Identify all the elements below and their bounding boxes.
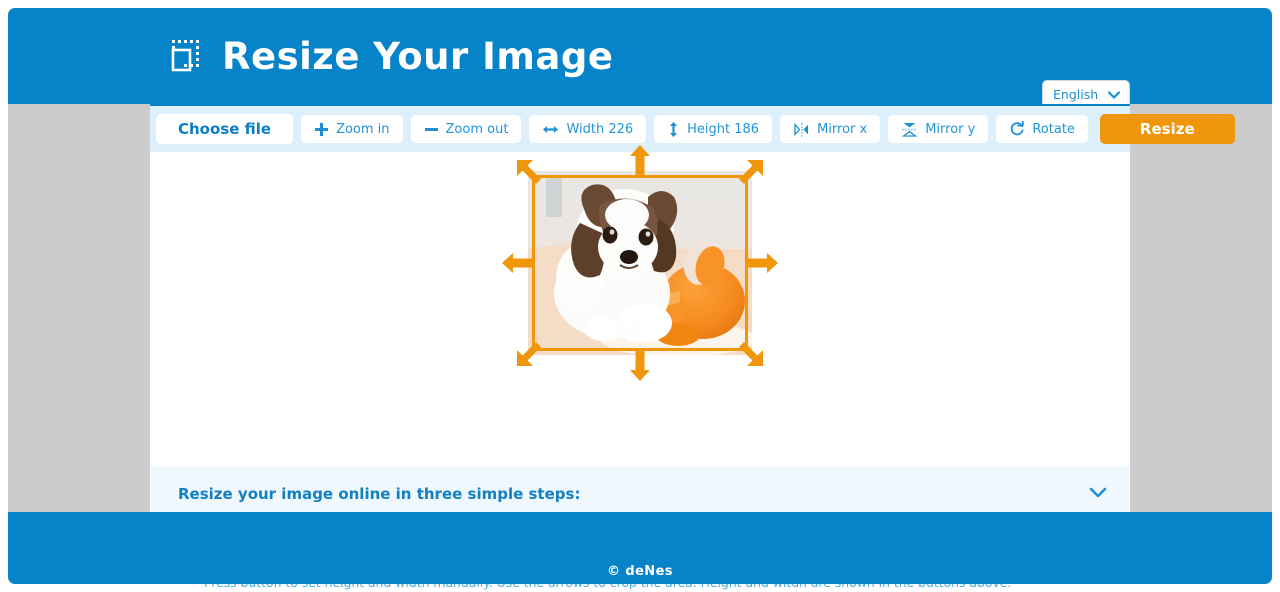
crop-handle-top-left[interactable]	[516, 159, 548, 195]
crop-handle-left[interactable]	[502, 247, 532, 283]
height-label: Height 186	[687, 121, 760, 137]
rotate-button[interactable]: Rotate	[996, 115, 1088, 143]
crop-marquee-icon	[168, 36, 208, 76]
zoom-out-label: Zoom out	[445, 121, 509, 137]
page-root: Resize Your Image English Choose file Zo…	[0, 0, 1280, 592]
vertical-arrows-icon	[667, 121, 680, 138]
crop-handle-bottom[interactable]	[624, 351, 656, 385]
mirror-x-button[interactable]: Mirror x	[780, 115, 881, 143]
horizontal-arrows-icon	[542, 122, 559, 137]
language-select-value: English	[1053, 86, 1099, 102]
rotate-label: Rotate	[1032, 121, 1075, 137]
mirror-y-button[interactable]: Mirror y	[888, 115, 989, 143]
chevron-down-icon	[1107, 85, 1121, 104]
zoom-in-button[interactable]: Zoom in	[301, 115, 403, 143]
brand: Resize Your Image	[168, 36, 613, 76]
crop-handle-right[interactable]	[748, 247, 778, 283]
zoom-in-label: Zoom in	[336, 121, 390, 137]
crop-frame	[532, 175, 748, 351]
copyright-text: © deNes	[607, 564, 673, 579]
resize-button[interactable]: Resize	[1099, 114, 1235, 144]
image-canvas	[150, 145, 1130, 466]
crop-handle-bottom-left[interactable]	[516, 335, 548, 371]
crop-selection[interactable]	[502, 145, 778, 381]
site-footer: © deNes	[8, 512, 1272, 584]
crop-handle-top-right[interactable]	[732, 159, 764, 195]
mirror-y-label: Mirror y	[925, 121, 976, 137]
width-button[interactable]: Width 226	[529, 115, 647, 143]
crop-handle-top[interactable]	[624, 145, 656, 179]
main-card: Choose file Zoom in Zoom out Width 226 H…	[150, 104, 1235, 592]
choose-file-button[interactable]: Choose file	[156, 114, 294, 144]
crop-handle-bottom-right[interactable]	[732, 335, 764, 371]
mirror-x-icon	[793, 122, 810, 137]
height-button[interactable]: Height 186	[654, 115, 773, 143]
instructions-collapse-chevron-down-icon[interactable]	[1088, 484, 1108, 503]
rotate-icon	[1009, 121, 1025, 137]
instructions-heading: Resize your image online in three simple…	[178, 485, 581, 503]
zoom-out-button[interactable]: Zoom out	[410, 115, 522, 143]
mirror-y-icon	[901, 121, 918, 138]
page-title: Resize Your Image	[222, 34, 614, 78]
width-label: Width 226	[566, 121, 634, 137]
mirror-x-label: Mirror x	[817, 121, 868, 137]
plus-icon	[314, 122, 329, 137]
minus-icon	[424, 122, 439, 137]
